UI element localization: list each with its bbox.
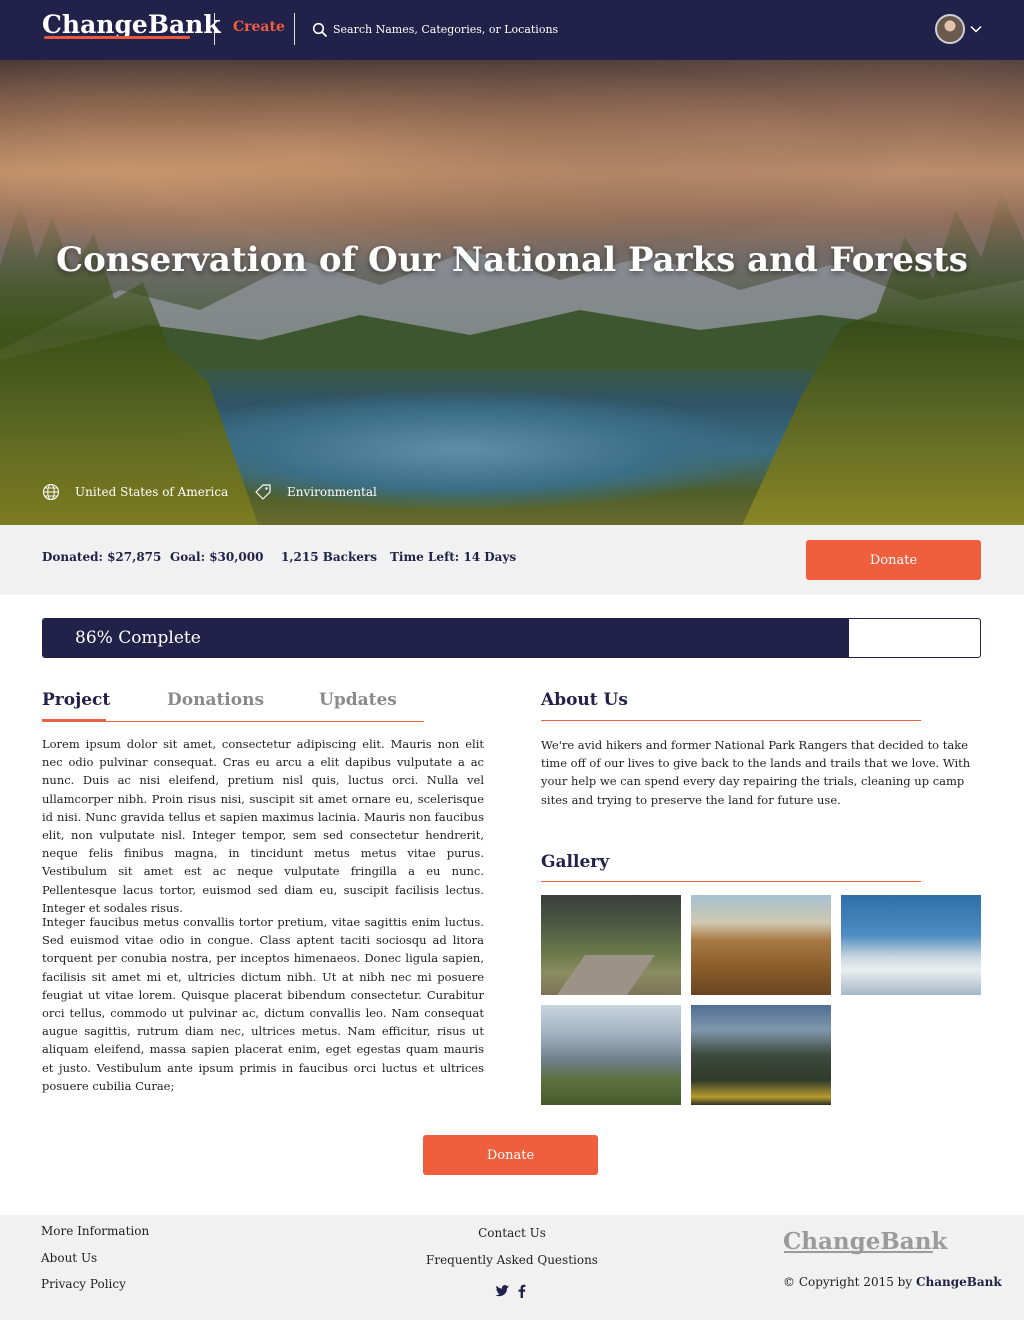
tab-project[interactable]: Project [42,690,110,710]
header-divider [214,13,215,45]
brand-logo[interactable]: ChangeBank [42,10,221,39]
header-divider [294,13,295,45]
twitter-icon[interactable] [494,1283,510,1299]
footer-link-faq[interactable]: Frequently Asked Questions [0,1253,1024,1267]
location-label: United States of America [75,485,229,499]
bottom-donate-button[interactable]: Donate [423,1135,598,1175]
category-info: Environmental [254,483,377,501]
logo-underline [44,36,190,39]
project-paragraph: Lorem ipsum dolor sit amet, consectetur … [42,737,484,915]
about-text: We're avid hikers and former National Pa… [541,738,971,807]
about-title: About Us [541,690,628,710]
search-icon[interactable] [312,22,328,38]
tab-donations[interactable]: Donations [167,690,264,710]
gallery-image-sky-summit[interactable] [841,895,981,995]
copyright: © Copyright 2015 by ChangeBank [783,1275,1002,1289]
progress-label: 86% Complete [75,628,201,648]
location-info: United States of America [42,483,228,501]
chevron-down-icon[interactable] [969,22,983,36]
gallery-title: Gallery [541,852,610,872]
donated-amount: Donated: $27,875 [42,550,162,564]
search-input[interactable] [333,18,613,40]
campaign-title: Conservation of Our National Parks and F… [56,240,968,280]
funding-progress-bar: 86% Complete [42,618,981,658]
footer-logo-underline [784,1251,933,1253]
goal-amount: Goal: $30,000 [170,550,264,564]
gallery-image-alpine-valley[interactable] [691,1005,831,1105]
campaign-stats-bar: Donated: $27,875 Goal: $30,000 1,215 Bac… [0,525,1024,595]
tag-icon [255,484,271,500]
top-navbar: ChangeBank Create [0,0,1024,60]
about-divider [541,720,921,721]
category-label: Environmental [287,485,377,499]
copyright-brand: ChangeBank [915,1275,1002,1289]
gallery-image-forest-path[interactable] [541,895,681,995]
footer-link-privacy[interactable]: Privacy Policy [41,1277,126,1291]
backers-count: 1,215 Backers [281,550,378,564]
content-tabs: Project Donations Updates [42,690,424,722]
active-tab-indicator [42,719,106,721]
gallery-divider [541,881,921,882]
copyright-text: © Copyright 2015 by [783,1275,916,1289]
globe-icon [42,483,60,501]
create-link[interactable]: Create [233,19,285,35]
time-left: Time Left: 14 Days [390,550,517,564]
user-avatar[interactable] [935,14,965,44]
facebook-icon[interactable] [514,1283,530,1299]
tab-updates[interactable]: Updates [319,690,397,710]
gallery-image-rocky-peaks[interactable] [541,1005,681,1105]
hero-banner: Conservation of Our National Parks and F… [0,60,1024,525]
donate-button[interactable]: Donate [806,540,981,580]
project-paragraph: Integer faucibus metus convallis tortor … [42,915,484,1093]
gallery-image-mountain-ridge[interactable] [691,895,831,995]
